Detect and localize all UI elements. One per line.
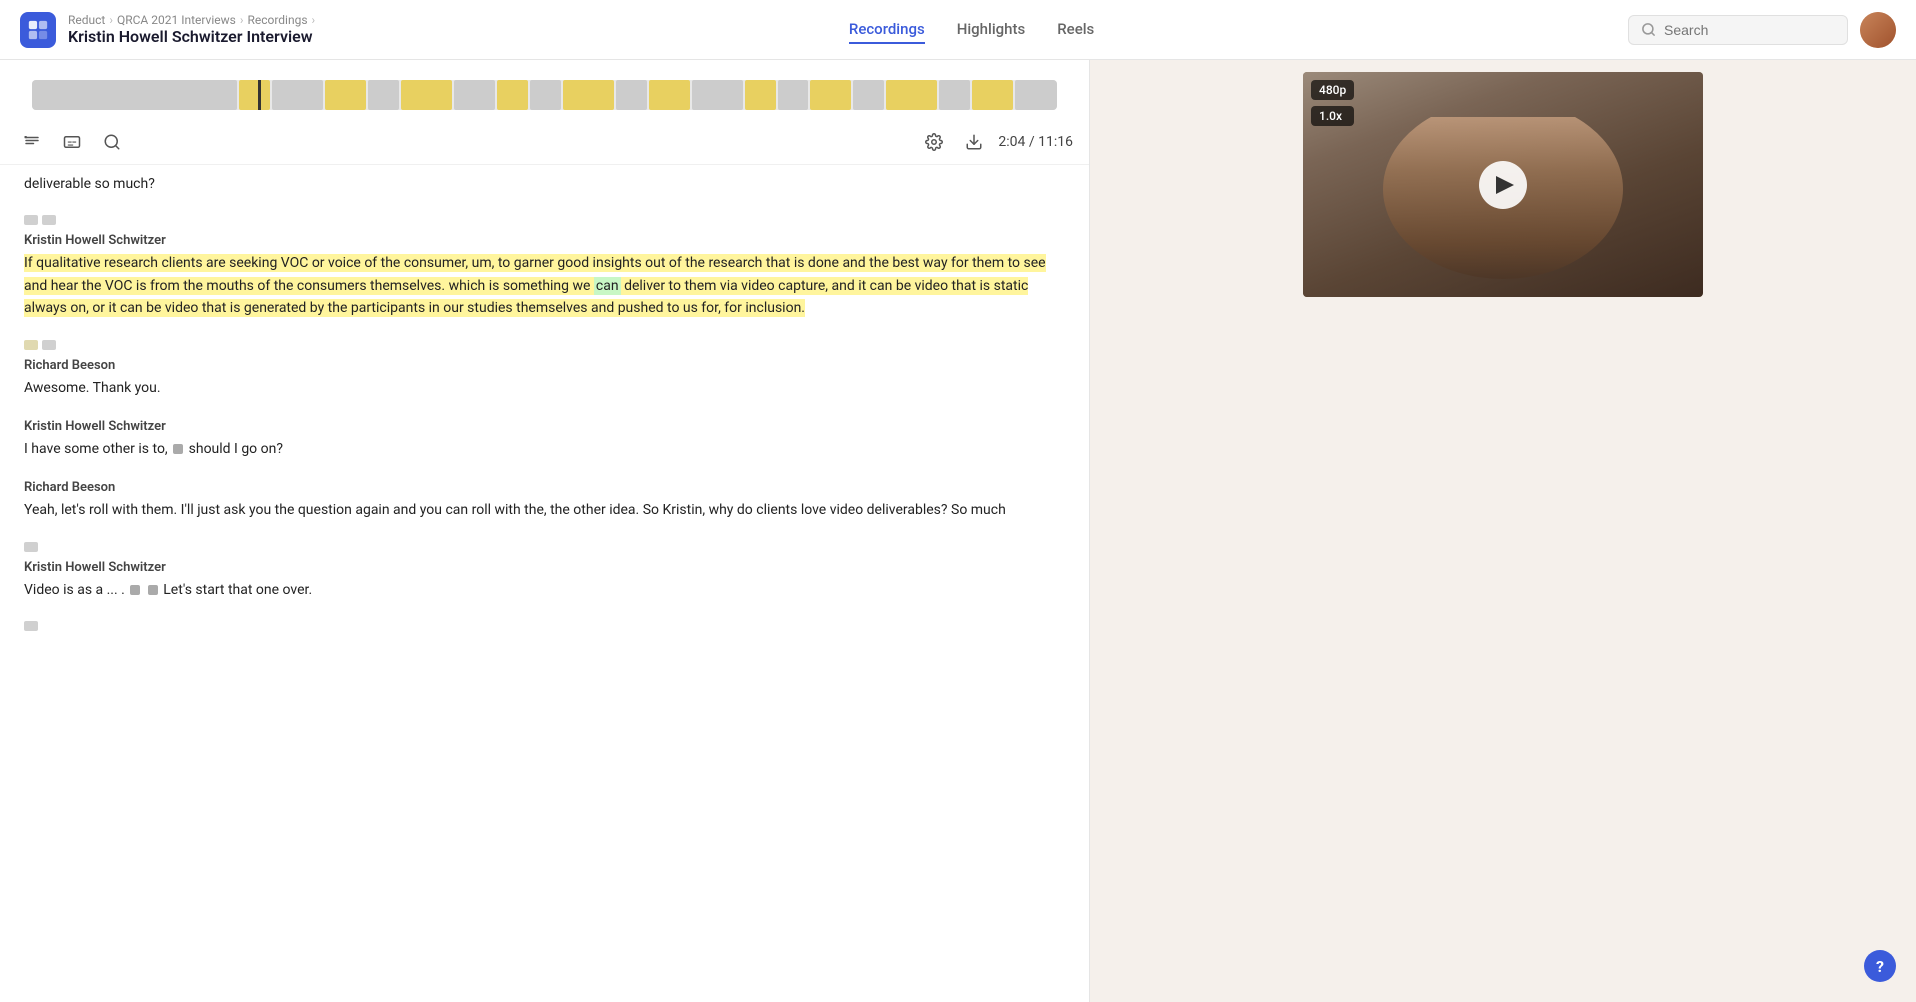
transcript-text: deliverable so much?: [24, 173, 1065, 195]
breadcrumb-root[interactable]: Reduct: [68, 13, 105, 27]
sep-block: [42, 215, 56, 225]
transcript-panel: 2:04 / 11:16 deliverable so much? Kristi…: [0, 60, 1090, 1002]
video-play-button[interactable]: [1479, 161, 1527, 209]
settings-btn[interactable]: [918, 126, 950, 158]
transcript-block-5: Kristin Howell Schwitzer Video is as a .…: [24, 560, 1065, 601]
transcript-block-2: Richard Beeson Awesome. Thank you.: [24, 358, 1065, 399]
sep-block: [24, 542, 38, 552]
sep-block: [24, 621, 38, 631]
transcript-text: Video is as a ... . Let's start that one…: [24, 579, 1065, 601]
speaker-name: Kristin Howell Schwitzer: [24, 419, 1065, 434]
transcript-text: Yeah, let's roll with them. I'll just as…: [24, 499, 1065, 521]
top-navigation: Reduct › QRCA 2021 Interviews › Recordin…: [0, 0, 1916, 60]
speaker-separator-0: [24, 215, 1065, 225]
nav-tabs: Recordings Highlights Reels: [315, 16, 1628, 44]
speaker-separator-1: [24, 340, 1065, 350]
video-quality-badge[interactable]: 480p: [1311, 80, 1354, 100]
speaker-name: Richard Beeson: [24, 480, 1065, 495]
download-btn[interactable]: [958, 126, 990, 158]
main-container: 2:04 / 11:16 deliverable so much? Kristi…: [0, 60, 1916, 1002]
breadcrumb-level1[interactable]: QRCA 2021 Interviews: [117, 13, 236, 27]
transcript-view-btn[interactable]: [16, 126, 48, 158]
tab-reels[interactable]: Reels: [1057, 16, 1094, 44]
search-transcript-btn[interactable]: [96, 126, 128, 158]
transcript-text: If qualitative research clients are seek…: [24, 252, 1065, 319]
video-thumbnail: 480p 1.0x: [1303, 72, 1703, 297]
app-logo[interactable]: [20, 12, 56, 48]
sep-block: [42, 340, 56, 350]
sep-block: [24, 340, 38, 350]
search-input[interactable]: [1664, 22, 1835, 38]
right-panel: 480p 1.0x ?: [1090, 60, 1916, 1002]
transcript-text-content: Yeah, let's roll with them. I'll just as…: [24, 502, 1006, 518]
speaker-name: Kristin Howell Schwitzer: [24, 560, 1065, 575]
transcript-block-4: Richard Beeson Yeah, let's roll with the…: [24, 480, 1065, 521]
speaker-separator-2: [24, 542, 1065, 552]
speaker-separator-3: [24, 621, 1065, 631]
caption-btn[interactable]: [56, 126, 88, 158]
help-button[interactable]: ?: [1864, 950, 1896, 982]
tab-recordings[interactable]: Recordings: [849, 16, 925, 44]
search-box[interactable]: [1628, 15, 1848, 45]
transcript-text: Awesome. Thank you.: [24, 377, 1065, 399]
sep-block: [24, 215, 38, 225]
transcript-scroll-area[interactable]: deliverable so much? Kristin Howell Schw…: [0, 165, 1089, 1002]
toolbar: 2:04 / 11:16: [0, 120, 1089, 165]
timeline-bar[interactable]: [32, 80, 1057, 110]
timeline-segments: [32, 80, 1057, 110]
video-speed-badge[interactable]: 1.0x: [1311, 106, 1354, 126]
nav-right: [1628, 12, 1896, 48]
breadcrumb-sep1: ›: [109, 13, 113, 27]
tab-highlights[interactable]: Highlights: [957, 16, 1026, 44]
video-controls-overlay: 480p 1.0x: [1311, 80, 1354, 126]
transcript-block-3: Kristin Howell Schwitzer I have some oth…: [24, 419, 1065, 460]
video-container: 480p 1.0x: [1303, 72, 1703, 297]
avatar[interactable]: [1860, 12, 1896, 48]
redacted-block: [148, 585, 158, 595]
transcript-block-0: deliverable so much?: [24, 173, 1065, 195]
timeline-cursor: [258, 80, 261, 110]
speaker-name: Kristin Howell Schwitzer: [24, 233, 1065, 248]
breadcrumb-level2[interactable]: Recordings: [247, 13, 307, 27]
redacted-block: [130, 585, 140, 595]
speaker-name: Richard Beeson: [24, 358, 1065, 373]
redacted-block: [173, 444, 183, 454]
highlighted-word-can: can: [594, 277, 621, 295]
breadcrumb: Reduct › QRCA 2021 Interviews › Recordin…: [68, 13, 315, 46]
transcript-text: I have some other is to, should I go on?: [24, 438, 1065, 460]
breadcrumb-sep2: ›: [240, 13, 244, 27]
page-title: Kristin Howell Schwitzer Interview: [68, 27, 313, 46]
search-icon: [1641, 22, 1656, 37]
time-display: 2:04 / 11:16: [998, 134, 1073, 150]
transcript-block-1: Kristin Howell Schwitzer If qualitative …: [24, 233, 1065, 319]
